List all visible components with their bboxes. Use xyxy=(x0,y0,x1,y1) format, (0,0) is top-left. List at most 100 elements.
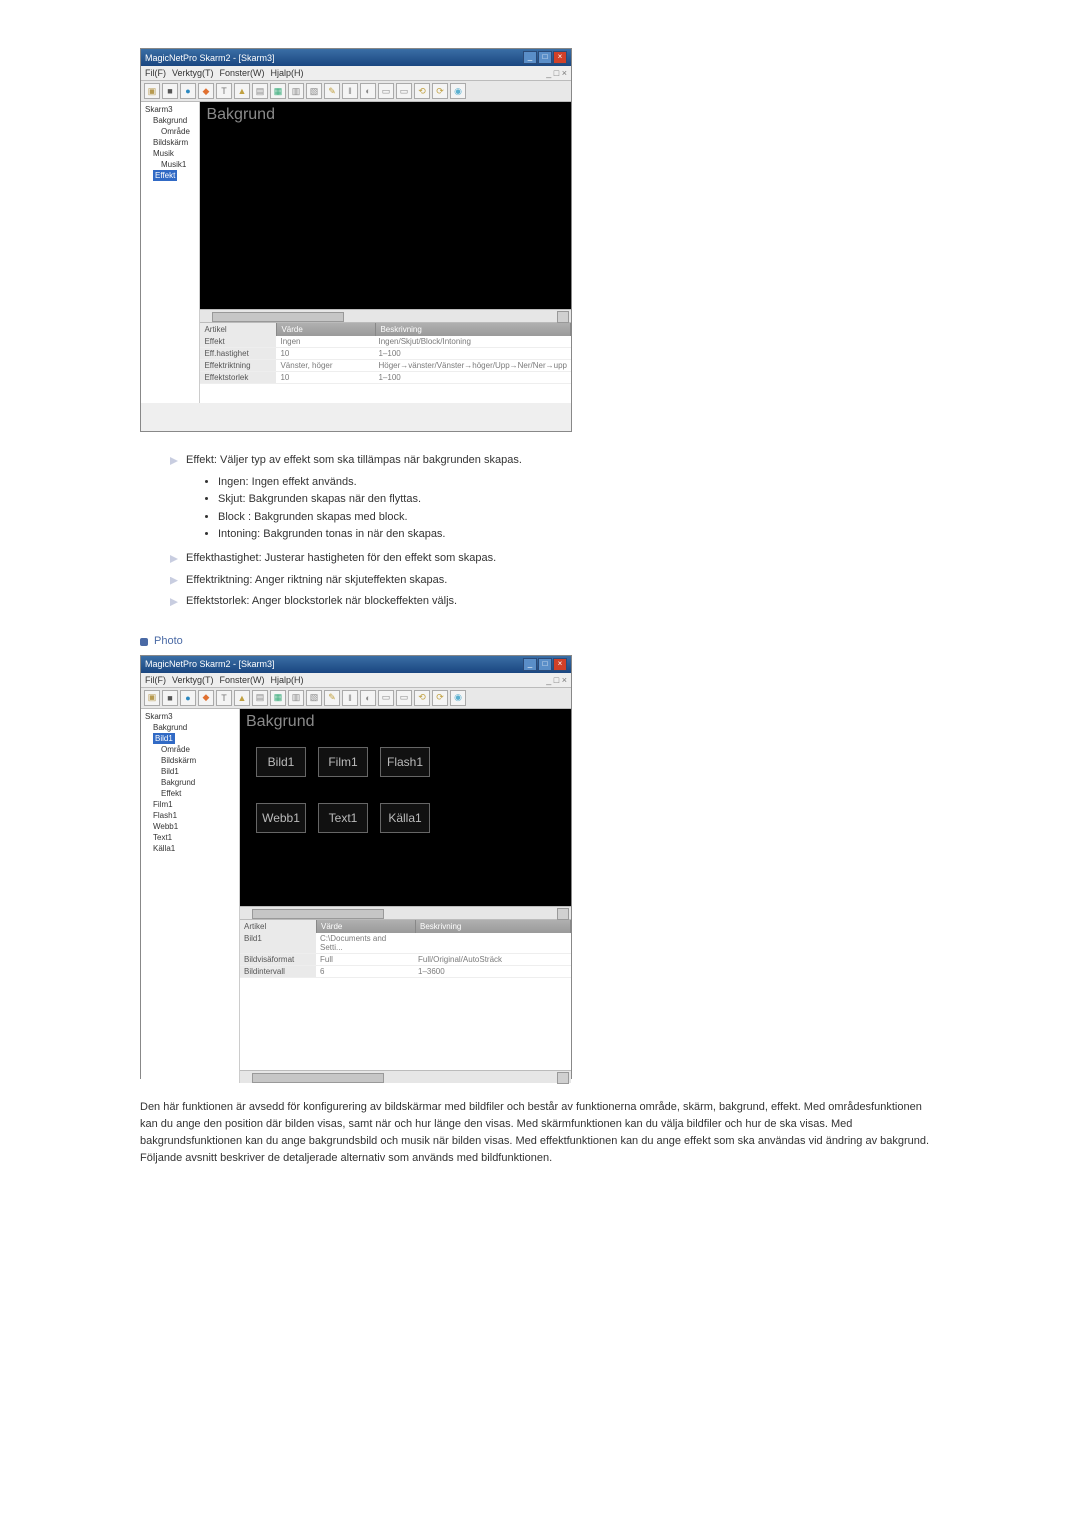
menu-tools[interactable]: Verktyg(T) xyxy=(172,675,214,685)
close-icon[interactable]: × xyxy=(553,658,567,671)
minimize-icon[interactable]: _ xyxy=(523,51,537,64)
tree-item[interactable]: Effekt xyxy=(143,788,237,799)
tree-item[interactable]: Skarm3 xyxy=(143,104,197,115)
canvas-heading: Bakgrund xyxy=(246,713,315,731)
toolbar-button[interactable]: ▥ xyxy=(288,690,304,706)
tree-item[interactable]: Bakgrund xyxy=(143,115,197,126)
toolbar-button[interactable]: ◐ xyxy=(360,83,376,99)
col-header: Värde xyxy=(277,323,376,336)
toolbar-button[interactable]: ▲ xyxy=(234,690,250,706)
tree-item[interactable]: Bakgrund xyxy=(143,777,237,788)
toolbar-button[interactable]: ◉ xyxy=(450,690,466,706)
horizontal-scrollbar[interactable] xyxy=(240,906,571,919)
toolbar-button[interactable]: ▤ xyxy=(252,690,268,706)
list-item: Effekthastighet: Justerar hastigheten fö… xyxy=(170,550,940,568)
toolbar-button[interactable]: ✎ xyxy=(324,690,340,706)
close-icon[interactable]: × xyxy=(553,51,567,64)
tree-item[interactable]: Bildskärm xyxy=(143,755,237,766)
tree-item[interactable]: Effekt xyxy=(143,170,197,181)
toolbar-button[interactable]: ▭ xyxy=(378,690,394,706)
toolbar-button[interactable]: ● xyxy=(180,83,196,99)
toolbar-button[interactable]: ▣ xyxy=(144,690,160,706)
menu-file[interactable]: Fil(F) xyxy=(145,68,166,78)
tree-item[interactable]: Bakgrund xyxy=(143,722,237,733)
toolbar-button[interactable]: ▧ xyxy=(306,83,322,99)
toolbar-button[interactable]: ⟳ xyxy=(432,690,448,706)
toolbar-button[interactable]: ▧ xyxy=(306,690,322,706)
toolbar-button[interactable]: ▲ xyxy=(234,83,250,99)
window-title: MagicNetPro Skarm2 - [Skarm3] xyxy=(145,659,275,669)
tree-item[interactable]: Musik1 xyxy=(143,159,197,170)
toolbar-button[interactable]: ▤ xyxy=(252,83,268,99)
toolbar-button[interactable]: ▥ xyxy=(288,83,304,99)
mdi-controls: _ □ × xyxy=(546,675,567,685)
tree-item[interactable]: Bild1 xyxy=(143,733,237,744)
toolbar-button[interactable]: ▭ xyxy=(378,83,394,99)
tree-item[interactable]: Text1 xyxy=(143,832,237,843)
tree-item[interactable]: Källa1 xyxy=(143,843,237,854)
minimize-icon[interactable]: _ xyxy=(523,658,537,671)
toolbar-button[interactable]: ⟲ xyxy=(414,83,430,99)
toolbar-button[interactable]: ✎ xyxy=(324,83,340,99)
toolbar-button[interactable]: ▦ xyxy=(270,83,286,99)
horizontal-scrollbar[interactable] xyxy=(200,309,571,322)
horizontal-scrollbar[interactable] xyxy=(240,1070,571,1083)
table-row[interactable]: Bildintervall61–3600 xyxy=(240,966,571,978)
menubar: Fil(F) Verktyg(T) Fonster(W) Hjalp(H) _ … xyxy=(141,673,571,688)
toolbar-button[interactable]: T xyxy=(216,690,232,706)
list-item: Effektstorlek: Anger blockstorlek när bl… xyxy=(170,593,940,611)
canvas-tile[interactable]: Bild1 xyxy=(256,747,306,777)
canvas-tile[interactable]: Flash1 xyxy=(380,747,430,777)
col-header: Värde xyxy=(317,920,416,933)
toolbar-button[interactable]: ⟲ xyxy=(414,690,430,706)
toolbar-button[interactable]: ▣ xyxy=(144,83,160,99)
toolbar-button[interactable]: ‖ xyxy=(342,690,358,706)
col-header: Beskrivning xyxy=(416,920,571,933)
toolbar-button[interactable]: ▭ xyxy=(396,690,412,706)
canvas-tile[interactable]: Webb1 xyxy=(256,803,306,833)
menu-file[interactable]: Fil(F) xyxy=(145,675,166,685)
toolbar-button[interactable]: ⟳ xyxy=(432,83,448,99)
toolbar-button[interactable]: ▭ xyxy=(396,83,412,99)
table-row[interactable]: Eff.hastighet101–100 xyxy=(200,348,571,360)
toolbar-button[interactable]: ‖ xyxy=(342,83,358,99)
tree-item[interactable]: Område xyxy=(143,126,197,137)
toolbar-button[interactable]: ◉ xyxy=(450,83,466,99)
menu-window[interactable]: Fonster(W) xyxy=(220,68,265,78)
table-row[interactable]: EffektIngenIngen/Skjut/Block/Intoning xyxy=(200,336,571,348)
tree-item[interactable]: Webb1 xyxy=(143,821,237,832)
table-row[interactable]: Effektstorlek101–100 xyxy=(200,372,571,384)
tree-item[interactable]: Skarm3 xyxy=(143,711,237,722)
maximize-icon[interactable]: □ xyxy=(538,658,552,671)
canvas-tile[interactable]: Film1 xyxy=(318,747,368,777)
menu-help[interactable]: Hjalp(H) xyxy=(271,675,304,685)
tree-item[interactable]: Område xyxy=(143,744,237,755)
canvas-tile[interactable]: Källa1 xyxy=(380,803,430,833)
toolbar-button[interactable]: ■ xyxy=(162,83,178,99)
tree-item[interactable]: Film1 xyxy=(143,799,237,810)
menu-tools[interactable]: Verktyg(T) xyxy=(172,68,214,78)
list-item: Block : Bakgrunden skapas med block. xyxy=(218,509,940,527)
maximize-icon[interactable]: □ xyxy=(538,51,552,64)
toolbar-button[interactable]: ◆ xyxy=(198,83,214,99)
toolbar-button[interactable]: ▦ xyxy=(270,690,286,706)
toolbar-button[interactable]: ◆ xyxy=(198,690,214,706)
tree-item[interactable]: Bild1 xyxy=(143,766,237,777)
section-heading-photo: Photo xyxy=(140,635,940,647)
menubar: Fil(F) Verktyg(T) Fonster(W) Hjalp(H) _ … xyxy=(141,66,571,81)
toolbar-button[interactable]: ● xyxy=(180,690,196,706)
menu-help[interactable]: Hjalp(H) xyxy=(271,68,304,78)
menu-window[interactable]: Fonster(W) xyxy=(220,675,265,685)
col-header: Artikel xyxy=(240,920,317,933)
toolbar-button[interactable]: T xyxy=(216,83,232,99)
tree-item[interactable]: Flash1 xyxy=(143,810,237,821)
toolbar-button[interactable]: ◐ xyxy=(360,690,376,706)
toolbar-button[interactable]: ■ xyxy=(162,690,178,706)
canvas-tile[interactable]: Text1 xyxy=(318,803,368,833)
tree-item[interactable]: Bildskärm xyxy=(143,137,197,148)
toolbar: ▣ ■ ● ◆ T ▲ ▤ ▦ ▥ ▧ ✎ ‖ ◐ ▭ ▭ ⟲ ⟳ ◉ xyxy=(141,81,571,102)
table-row[interactable]: EffektriktningVänster, högerHöger→vänste… xyxy=(200,360,571,372)
tree-item[interactable]: Musik xyxy=(143,148,197,159)
table-row[interactable]: Bild1C:\Documents and Setti... xyxy=(240,933,571,954)
table-row[interactable]: BildvisäformatFullFull/Original/AutoSträ… xyxy=(240,954,571,966)
